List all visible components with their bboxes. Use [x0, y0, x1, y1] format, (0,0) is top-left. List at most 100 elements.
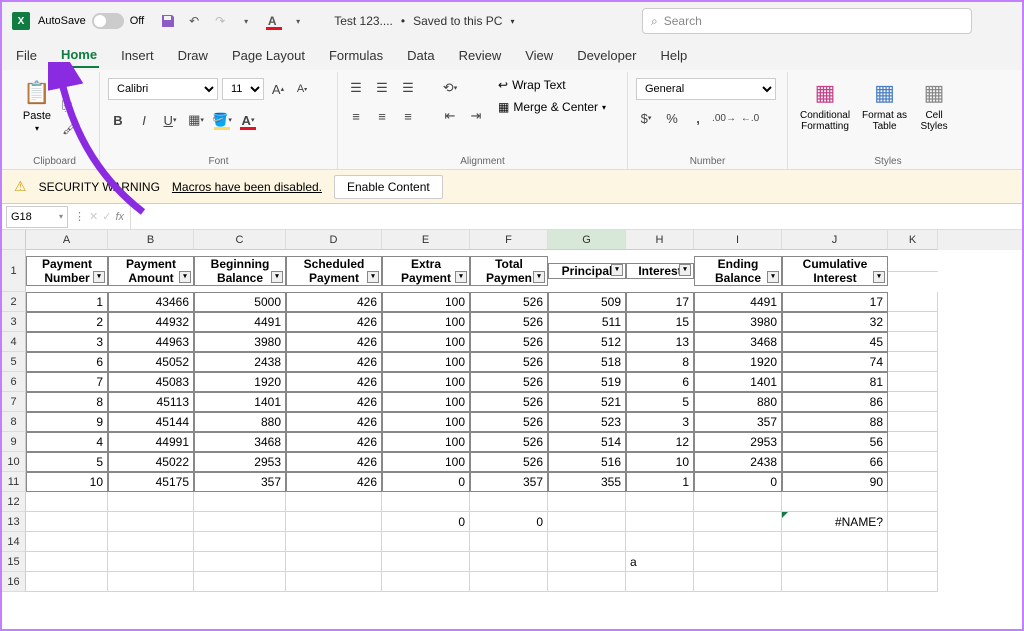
table-cell[interactable]: 4491 [694, 292, 782, 312]
table-cell[interactable]: 526 [470, 412, 548, 432]
table-cell[interactable]: 66 [782, 452, 888, 472]
col-header[interactable]: C [194, 230, 286, 250]
table-cell[interactable]: 523 [548, 412, 626, 432]
table-cell[interactable]: 3 [26, 332, 108, 352]
table-cell[interactable]: 7 [26, 372, 108, 392]
table-cell[interactable]: 5 [626, 392, 694, 412]
tab-home[interactable]: Home [59, 43, 99, 68]
row-header[interactable]: 9 [2, 432, 26, 452]
table-cell[interactable]: 526 [470, 292, 548, 312]
table-header[interactable]: TotalPaymen▾ [470, 256, 548, 287]
table-header[interactable]: ExtraPayment▾ [382, 256, 470, 287]
cut-icon[interactable]: ✂ [62, 76, 79, 92]
filter-icon[interactable]: ▾ [271, 271, 283, 283]
table-cell[interactable]: 426 [286, 432, 382, 452]
col-header[interactable]: I [694, 230, 782, 250]
row-header[interactable]: 3 [2, 312, 26, 332]
table-cell[interactable]: 512 [548, 332, 626, 352]
table-cell[interactable]: 526 [470, 432, 548, 452]
table-cell[interactable]: 45 [782, 332, 888, 352]
table-cell[interactable]: 357 [470, 472, 548, 492]
table-cell[interactable]: 426 [286, 472, 382, 492]
table-cell[interactable]: 426 [286, 372, 382, 392]
cell[interactable] [382, 492, 470, 512]
table-cell[interactable]: 8 [26, 392, 108, 412]
font-size-select[interactable]: 11 [222, 78, 264, 100]
row-header[interactable]: 2 [2, 292, 26, 312]
table-cell[interactable]: 10 [626, 452, 694, 472]
table-cell[interactable]: 45083 [108, 372, 194, 392]
copy-icon[interactable]: ⎘ [62, 98, 79, 114]
filter-icon[interactable]: ▾ [93, 271, 105, 283]
table-cell[interactable]: 526 [470, 352, 548, 372]
font-color-button[interactable]: A▾ [238, 110, 258, 130]
table-cell[interactable]: 45144 [108, 412, 194, 432]
row-header[interactable]: 15 [2, 552, 26, 572]
search-input[interactable]: ⌕ Search [642, 8, 972, 34]
filter-icon[interactable]: ▾ [873, 271, 885, 283]
table-cell[interactable]: 357 [694, 412, 782, 432]
cell[interactable] [26, 532, 108, 552]
table-header[interactable]: CumulativeInterest▾ [782, 256, 888, 287]
cell[interactable] [382, 572, 470, 592]
table-cell[interactable]: 3980 [194, 332, 286, 352]
cell[interactable] [108, 552, 194, 572]
table-cell[interactable]: 426 [286, 292, 382, 312]
cell[interactable]: 0 [470, 512, 548, 532]
undo-icon[interactable]: ↶ [186, 13, 202, 29]
table-cell[interactable]: 426 [286, 452, 382, 472]
cell[interactable] [548, 492, 626, 512]
bold-button[interactable]: B [108, 110, 128, 130]
increase-font-icon[interactable]: A▴ [268, 79, 288, 99]
row-header[interactable]: 12 [2, 492, 26, 512]
cell-styles-button[interactable]: ▦ Cell Styles [915, 74, 953, 136]
row-header[interactable]: 8 [2, 412, 26, 432]
table-cell[interactable]: 357 [194, 472, 286, 492]
filename-dropdown-icon[interactable]: ▾ [510, 17, 514, 26]
table-cell[interactable]: 1401 [194, 392, 286, 412]
tab-draw[interactable]: Draw [176, 44, 210, 67]
table-cell[interactable]: 45052 [108, 352, 194, 372]
table-header[interactable]: EndingBalance▾ [694, 256, 782, 287]
row-header[interactable]: 4 [2, 332, 26, 352]
italic-button[interactable]: I [134, 110, 154, 130]
table-cell[interactable]: 8 [626, 352, 694, 372]
table-cell[interactable]: 3980 [694, 312, 782, 332]
cell[interactable] [888, 412, 938, 432]
table-cell[interactable]: 17 [782, 292, 888, 312]
filter-icon[interactable]: ▾ [611, 264, 623, 276]
orientation-icon[interactable]: ⟲▾ [440, 78, 460, 98]
table-cell[interactable]: 3468 [694, 332, 782, 352]
select-all-corner[interactable] [2, 230, 26, 250]
font-name-select[interactable]: Calibri [108, 78, 218, 100]
enable-content-button[interactable]: Enable Content [334, 175, 443, 199]
cell[interactable] [548, 552, 626, 572]
table-cell[interactable]: 100 [382, 332, 470, 352]
table-cell[interactable]: 100 [382, 432, 470, 452]
col-header[interactable]: A [26, 230, 108, 250]
cell[interactable] [694, 552, 782, 572]
table-cell[interactable]: 1920 [694, 352, 782, 372]
cell[interactable] [286, 512, 382, 532]
cell[interactable] [888, 432, 938, 452]
table-header[interactable]: ScheduledPayment▾ [286, 256, 382, 287]
filter-icon[interactable]: ▾ [679, 264, 691, 276]
border-button[interactable]: ▦▾ [186, 110, 206, 130]
cell[interactable] [888, 572, 938, 592]
tab-view[interactable]: View [523, 44, 555, 67]
cell[interactable] [888, 492, 938, 512]
indent-right-icon[interactable]: ⇥ [466, 106, 486, 126]
table-cell[interactable]: 526 [470, 332, 548, 352]
table-cell[interactable]: 100 [382, 372, 470, 392]
cell[interactable] [888, 271, 938, 272]
table-cell[interactable]: 6 [26, 352, 108, 372]
decrease-decimal-icon[interactable]: ←.0 [740, 108, 760, 128]
redo-icon[interactable]: ↷ [212, 13, 228, 29]
table-cell[interactable]: 526 [470, 372, 548, 392]
table-cell[interactable]: 521 [548, 392, 626, 412]
cell[interactable] [888, 352, 938, 372]
row-header[interactable]: 11 [2, 472, 26, 492]
table-cell[interactable]: 1920 [194, 372, 286, 392]
cell[interactable] [194, 492, 286, 512]
cell[interactable] [888, 552, 938, 572]
